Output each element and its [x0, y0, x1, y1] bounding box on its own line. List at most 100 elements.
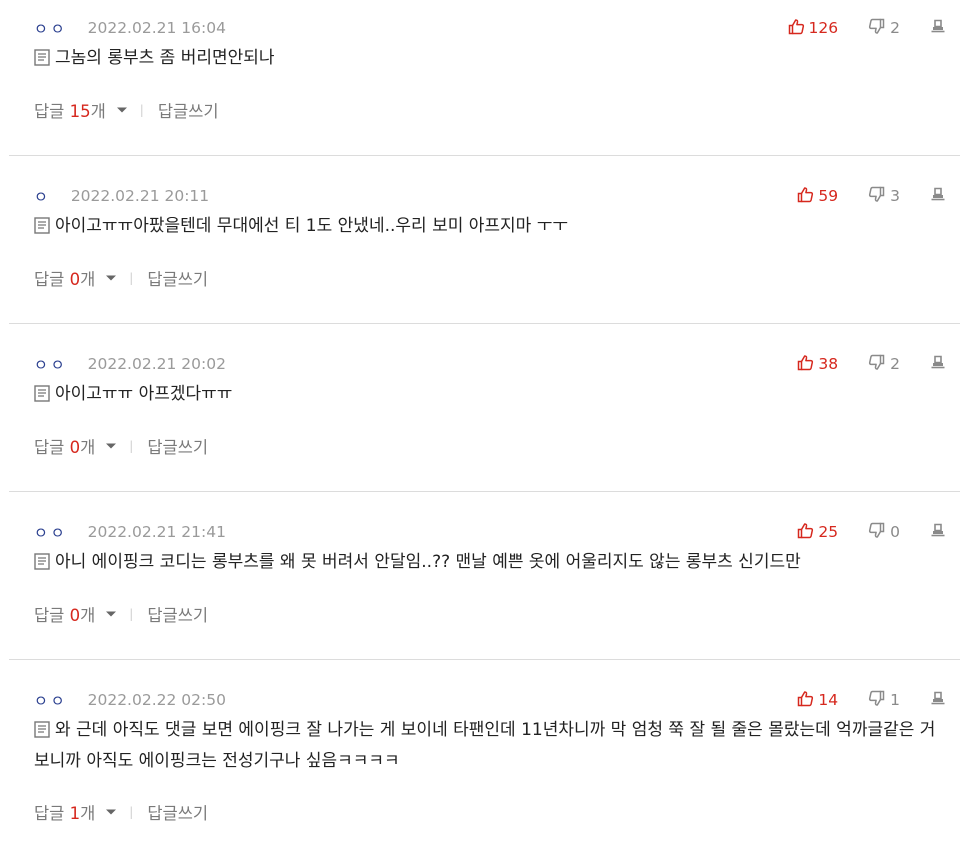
reply-toggle[interactable]: 답글 0개 [34, 602, 95, 626]
comment-meta: ㅇㅇ 2022.02.21 20:02 [34, 352, 226, 376]
thumbs-down-icon [868, 186, 885, 207]
report-button[interactable] [930, 690, 946, 710]
reply-unit: 개 [80, 804, 96, 823]
downvote-button[interactable]: 2 [868, 18, 900, 39]
thumbs-down-icon [868, 522, 885, 543]
write-reply-button[interactable]: 답글쓰기 [158, 98, 219, 122]
reply-toggle[interactable]: 답글 0개 [34, 434, 95, 458]
caret-down-icon[interactable] [105, 808, 117, 816]
reply-count: 15 [69, 102, 91, 121]
report-icon [930, 18, 946, 38]
write-reply-button[interactable]: 답글쓰기 [147, 266, 208, 290]
comment-text-block: 그놈의 롱부츠 좀 버리면안되나 [34, 44, 954, 75]
reply-toggle[interactable]: 답글 0개 [34, 266, 95, 290]
vote-group: 38 2 [797, 352, 946, 376]
memo-icon [34, 551, 50, 579]
report-icon [930, 354, 946, 374]
upvote-button[interactable]: 126 [788, 18, 839, 39]
upvote-count: 59 [818, 187, 839, 205]
comment-text-block: 아이고ㅠㅠ 아프겠다ㅠㅠ [34, 380, 954, 411]
comment-divider [9, 659, 960, 660]
write-reply-button[interactable]: 답글쓰기 [147, 800, 208, 824]
comment-datetime: 2022.02.21 21:41 [87, 523, 226, 541]
downvote-count: 0 [890, 523, 900, 541]
report-button[interactable] [930, 186, 946, 206]
thumbs-up-icon [797, 690, 814, 711]
upvote-button[interactable]: 38 [797, 354, 838, 375]
reply-toggle[interactable]: 답글 1개 [34, 800, 95, 824]
memo-icon [34, 383, 50, 411]
comment-nickname[interactable]: ㅇㅇ [34, 690, 68, 711]
caret-down-icon[interactable] [116, 106, 128, 114]
comment-actions: 답글 15개 | 답글쓰기 [34, 98, 219, 122]
write-reply-button[interactable]: 답글쓰기 [147, 434, 208, 458]
comment-divider [9, 155, 960, 156]
upvote-button[interactable]: 14 [797, 690, 838, 711]
comment-text: 아니 에이핑크 코디는 롱부츠를 왜 못 버려서 안달임..?? 맨날 예쁜 옷… [55, 552, 801, 572]
upvote-count: 14 [818, 691, 839, 709]
comment-text: 아이고ㅠㅠ아팠을텐데 무대에선 티 1도 안냈네..우리 보미 아프지마 ㅜㅜ [55, 216, 569, 236]
thumbs-up-icon [797, 186, 814, 207]
comment-meta: ㅇㅇ 2022.02.22 02:50 [34, 688, 226, 712]
vote-group: 14 1 [797, 688, 946, 712]
action-separator: | [129, 607, 134, 621]
reply-label: 답글 [34, 606, 70, 625]
comment-text-block: 아니 에이핑크 코디는 롱부츠를 왜 못 버려서 안달임..?? 맨날 예쁜 옷… [34, 548, 954, 579]
comment-actions: 답글 1개 | 답글쓰기 [34, 800, 208, 824]
upvote-count: 25 [818, 523, 839, 541]
upvote-button[interactable]: 25 [797, 522, 838, 543]
downvote-button[interactable]: 3 [868, 186, 900, 207]
thumbs-up-icon [788, 18, 805, 39]
memo-icon [34, 719, 50, 747]
downvote-count: 1 [890, 691, 900, 709]
vote-group: 59 3 [797, 184, 946, 208]
downvote-button[interactable]: 2 [868, 354, 900, 375]
reply-label: 답글 [34, 438, 70, 457]
reply-label: 답글 [34, 804, 70, 823]
action-separator: | [139, 103, 144, 117]
comment-datetime: 2022.02.22 02:50 [87, 691, 226, 709]
thumbs-up-icon [797, 354, 814, 375]
upvote-button[interactable]: 59 [797, 186, 838, 207]
vote-group: 25 0 [797, 520, 946, 544]
report-icon [930, 690, 946, 710]
thumbs-down-icon [868, 354, 885, 375]
comment-text-block: 와 근데 아직도 댓글 보면 에이핑크 잘 나가는 게 보이네 타팬인데 11년… [34, 716, 954, 775]
memo-icon [34, 215, 50, 243]
reply-count: 1 [69, 804, 81, 823]
caret-down-icon[interactable] [105, 610, 117, 618]
downvote-count: 3 [890, 187, 900, 205]
comment-divider [9, 491, 960, 492]
reply-label: 답글 [34, 102, 70, 121]
reply-count: 0 [69, 606, 81, 625]
comment-text: 아이고ㅠㅠ 아프겠다ㅠㅠ [55, 384, 233, 404]
comment-nickname[interactable]: ㅇㅇ [34, 522, 68, 543]
downvote-button[interactable]: 1 [868, 690, 900, 711]
caret-down-icon[interactable] [105, 442, 117, 450]
upvote-count: 38 [818, 355, 839, 373]
comment-meta: ㅇㅇ 2022.02.21 16:04 [34, 16, 226, 40]
comment-datetime: 2022.02.21 20:11 [70, 187, 210, 205]
report-button[interactable] [930, 18, 946, 38]
comment-actions: 답글 0개 | 답글쓰기 [34, 266, 208, 290]
reply-toggle[interactable]: 답글 15개 [34, 98, 106, 122]
thumbs-down-icon [868, 18, 885, 39]
reply-count: 0 [69, 438, 81, 457]
report-button[interactable] [930, 354, 946, 374]
upvote-count: 126 [808, 19, 839, 37]
action-separator: | [129, 271, 134, 285]
comment-text: 그놈의 롱부츠 좀 버리면안되나 [55, 48, 275, 68]
write-reply-button[interactable]: 답글쓰기 [147, 602, 208, 626]
comment-actions: 답글 0개 | 답글쓰기 [34, 602, 208, 626]
comment-nickname[interactable]: ㅇ [34, 186, 51, 207]
comment-nickname[interactable]: ㅇㅇ [34, 18, 68, 39]
thumbs-up-icon [797, 522, 814, 543]
reply-unit: 개 [80, 438, 96, 457]
comment-divider [9, 323, 960, 324]
downvote-button[interactable]: 0 [868, 522, 900, 543]
comment-nickname[interactable]: ㅇㅇ [34, 354, 68, 375]
reply-unit: 개 [90, 102, 106, 121]
report-button[interactable] [930, 522, 946, 542]
caret-down-icon[interactable] [105, 274, 117, 282]
reply-unit: 개 [80, 270, 96, 289]
